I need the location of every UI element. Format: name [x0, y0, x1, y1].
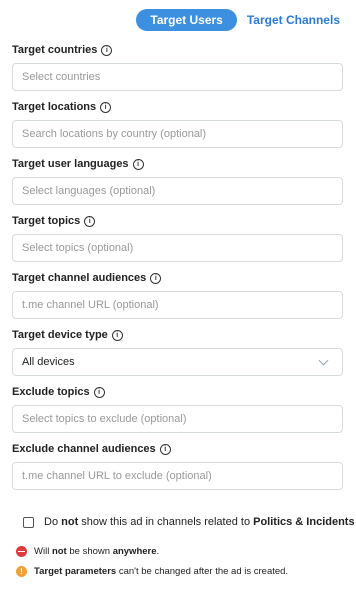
target-countries-input[interactable]: Select countries	[12, 63, 343, 91]
target-topics-label: Target topics	[12, 215, 81, 227]
info-icon[interactable]: i	[132, 158, 144, 170]
visibility-notice-text: Will not be shown anywhere.	[34, 546, 160, 557]
minus-circle-icon	[16, 546, 27, 557]
device-type-value: All devices	[22, 356, 75, 368]
info-icon[interactable]: i	[84, 215, 96, 227]
exclude-channel-audiences-label: Exclude channel audiences	[12, 443, 156, 455]
target-languages-input[interactable]: Select languages (optional)	[12, 177, 343, 205]
tab-target-users[interactable]: Target Users	[136, 9, 237, 31]
parameters-notice: ! Target parameters can't be changed aft…	[16, 566, 288, 577]
target-languages-field: Target user languages i Select languages …	[12, 157, 343, 205]
target-countries-label: Target countries	[12, 44, 98, 56]
politics-exclusion-row[interactable]: Do not show this ad in channels related …	[23, 516, 355, 528]
chevron-down-icon	[318, 355, 329, 365]
info-icon[interactable]: i	[101, 44, 113, 56]
exclude-channel-audiences-input[interactable]: t.me channel URL to exclude (optional)	[12, 462, 343, 490]
target-locations-field: Target locations i Search locations by co…	[12, 100, 343, 148]
exclude-topics-input[interactable]: Select topics to exclude (optional)	[12, 405, 343, 433]
politics-exclusion-checkbox[interactable]	[23, 516, 34, 528]
exclude-topics-field: Exclude topics i Select topics to exclude…	[12, 385, 343, 433]
audience-tabs: Target Users Target Channels	[136, 9, 344, 31]
target-languages-label: Target user languages	[12, 158, 129, 170]
info-icon[interactable]: i	[150, 272, 162, 284]
info-icon[interactable]: i	[93, 386, 105, 398]
exclamation-circle-icon: !	[16, 566, 27, 577]
target-device-type-field: Target device type i All devices	[12, 328, 343, 376]
visibility-notice: Will not be shown anywhere.	[16, 546, 159, 557]
target-locations-input[interactable]: Search locations by country (optional)	[12, 120, 343, 148]
target-device-type-select[interactable]: All devices	[12, 348, 343, 376]
target-device-type-label: Target device type	[12, 329, 108, 341]
exclude-channel-audiences-field: Exclude channel audiences i t.me channel …	[12, 442, 343, 490]
parameters-notice-text: Target parameters can't be changed after…	[34, 566, 289, 577]
target-topics-field: Target topics i Select topics (optional)	[12, 214, 343, 262]
info-icon[interactable]: i	[100, 101, 112, 113]
target-topics-input[interactable]: Select topics (optional)	[12, 234, 343, 262]
exclude-topics-label: Exclude topics	[12, 386, 90, 398]
target-channel-audiences-field: Target channel audiences i t.me channel U…	[12, 271, 343, 319]
politics-exclusion-label: Do not show this ad in channels related …	[44, 516, 355, 528]
info-icon[interactable]: i	[159, 443, 171, 455]
target-channel-audiences-label: Target channel audiences	[12, 272, 147, 284]
target-locations-label: Target locations	[12, 101, 97, 113]
target-channel-audiences-input[interactable]: t.me channel URL (optional)	[12, 291, 343, 319]
tab-target-channels[interactable]: Target Channels	[243, 9, 344, 31]
target-countries-field: Target countries i Select countries	[12, 43, 343, 91]
info-icon[interactable]: i	[111, 329, 123, 341]
